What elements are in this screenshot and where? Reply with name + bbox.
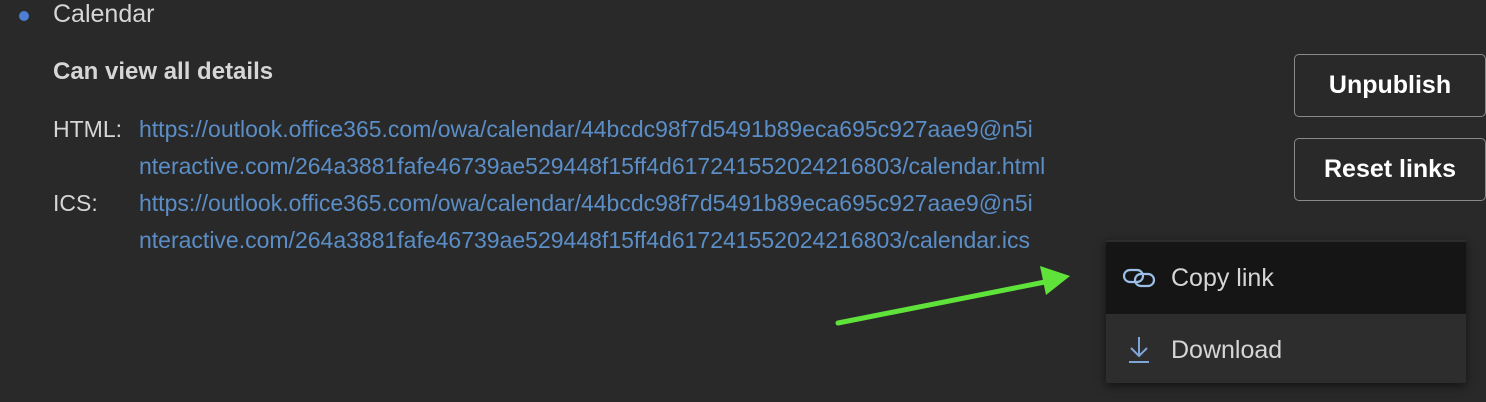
annotation-arrow-icon (835, 266, 1070, 326)
